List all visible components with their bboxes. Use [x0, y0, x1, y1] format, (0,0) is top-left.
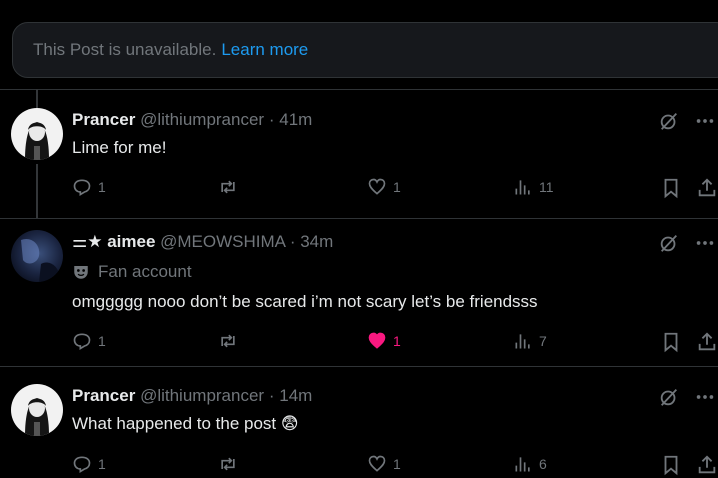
grok-icon[interactable] [658, 232, 680, 254]
post-header: Prancer @lithiumprancer · 41m [72, 110, 312, 130]
timestamp[interactable]: 34m [300, 232, 333, 251]
repost-icon [221, 457, 235, 471]
action-right-icons [660, 177, 718, 199]
views-button[interactable]: 7 [513, 331, 547, 351]
reply-icon [73, 456, 91, 473]
post-header: Prancer @lithiumprancer · 14m [72, 386, 312, 406]
repost-icon [221, 334, 235, 348]
reply-button[interactable]: 1 [72, 331, 106, 351]
user-handle[interactable]: @lithiumprancer [140, 110, 264, 129]
divider [0, 89, 718, 90]
reply-button[interactable]: 1 [72, 454, 106, 474]
fan-account-badge: Fan account [72, 262, 192, 282]
fearful-face-emoji: 😨 [280, 414, 299, 433]
avatar[interactable] [11, 384, 63, 436]
separator-dot: · [268, 110, 275, 129]
avatar[interactable] [11, 230, 63, 282]
like-count: 1 [393, 333, 401, 349]
more-options-icon[interactable] [694, 110, 716, 132]
like-button[interactable]: 1 [367, 177, 401, 197]
grok-icon[interactable] [658, 386, 680, 408]
bookmark-icon[interactable] [660, 454, 682, 476]
repost-button[interactable] [218, 331, 244, 351]
post-actions: 1 1 6 [72, 454, 718, 478]
post-actions: 1 1 11 [72, 177, 718, 201]
post-text-content: What happened to the post [72, 414, 277, 433]
share-icon[interactable] [696, 177, 718, 199]
view-count: 6 [539, 456, 547, 472]
reply-icon [73, 333, 91, 350]
repost-button[interactable] [218, 454, 244, 474]
share-icon[interactable] [696, 454, 718, 476]
analytics-icon [515, 457, 530, 472]
post-text: omggggg nooo don’t be scared i’m not sca… [72, 292, 538, 311]
like-button[interactable]: 1 [367, 454, 401, 474]
post-actions: 1 1 7 [72, 331, 718, 355]
display-name[interactable]: ⚌★ aimee [72, 232, 155, 251]
grok-icon[interactable] [658, 110, 680, 132]
heart-icon [368, 455, 386, 472]
display-name[interactable]: Prancer [72, 386, 135, 405]
like-count: 1 [393, 456, 401, 472]
post-header-icons [658, 110, 716, 132]
notice-text: This Post is unavailable. [33, 40, 217, 59]
like-count: 1 [393, 179, 401, 195]
divider [0, 218, 718, 219]
divider [0, 366, 718, 367]
post-2[interactable]: ⚌★ aimee @MEOWSHIMA · 34m Fan account om… [0, 228, 718, 366]
share-icon[interactable] [696, 331, 718, 353]
repost-icon [221, 180, 235, 194]
bookmark-icon[interactable] [660, 331, 682, 353]
view-count: 7 [539, 333, 547, 349]
timestamp[interactable]: 41m [279, 110, 312, 129]
thread-line [36, 164, 38, 218]
separator-dot: · [268, 386, 275, 405]
analytics-icon [515, 180, 530, 195]
separator-dot: · [289, 232, 296, 251]
post-1[interactable]: Prancer @lithiumprancer · 41m Lime for m… [0, 104, 718, 218]
display-name[interactable]: Prancer [72, 110, 135, 129]
action-right-icons [660, 454, 718, 476]
post-header-icons [658, 386, 716, 408]
user-handle[interactable]: @MEOWSHIMA [160, 232, 285, 251]
reply-count: 1 [98, 333, 106, 349]
mask-icon [74, 266, 88, 279]
unavailable-post-notice: This Post is unavailable. Learn more [12, 22, 718, 78]
timestamp[interactable]: 14m [279, 386, 312, 405]
heart-filled-icon [368, 332, 386, 349]
bookmark-icon[interactable] [660, 177, 682, 199]
post-3[interactable]: Prancer @lithiumprancer · 14m What happe… [0, 380, 718, 476]
reply-count: 1 [98, 179, 106, 195]
analytics-icon [515, 334, 530, 349]
post-header: ⚌★ aimee @MEOWSHIMA · 34m [72, 232, 333, 252]
action-right-icons [660, 331, 718, 353]
user-handle[interactable]: @lithiumprancer [140, 386, 264, 405]
reply-button[interactable]: 1 [72, 177, 106, 197]
repost-button[interactable] [218, 177, 244, 197]
heart-icon [368, 178, 386, 195]
like-button[interactable]: 1 [367, 331, 401, 351]
reply-icon [73, 179, 91, 196]
views-button[interactable]: 6 [513, 454, 547, 474]
more-options-icon[interactable] [694, 386, 716, 408]
badge-label: Fan account [98, 262, 192, 281]
view-count: 11 [539, 179, 554, 195]
post-header-icons [658, 232, 716, 254]
learn-more-link[interactable]: Learn more [221, 40, 308, 60]
views-button[interactable]: 11 [513, 177, 554, 197]
avatar[interactable] [11, 108, 63, 160]
post-text: What happened to the post 😨 [72, 414, 299, 434]
post-text: Lime for me! [72, 138, 167, 157]
more-options-icon[interactable] [694, 232, 716, 254]
reply-count: 1 [98, 456, 106, 472]
